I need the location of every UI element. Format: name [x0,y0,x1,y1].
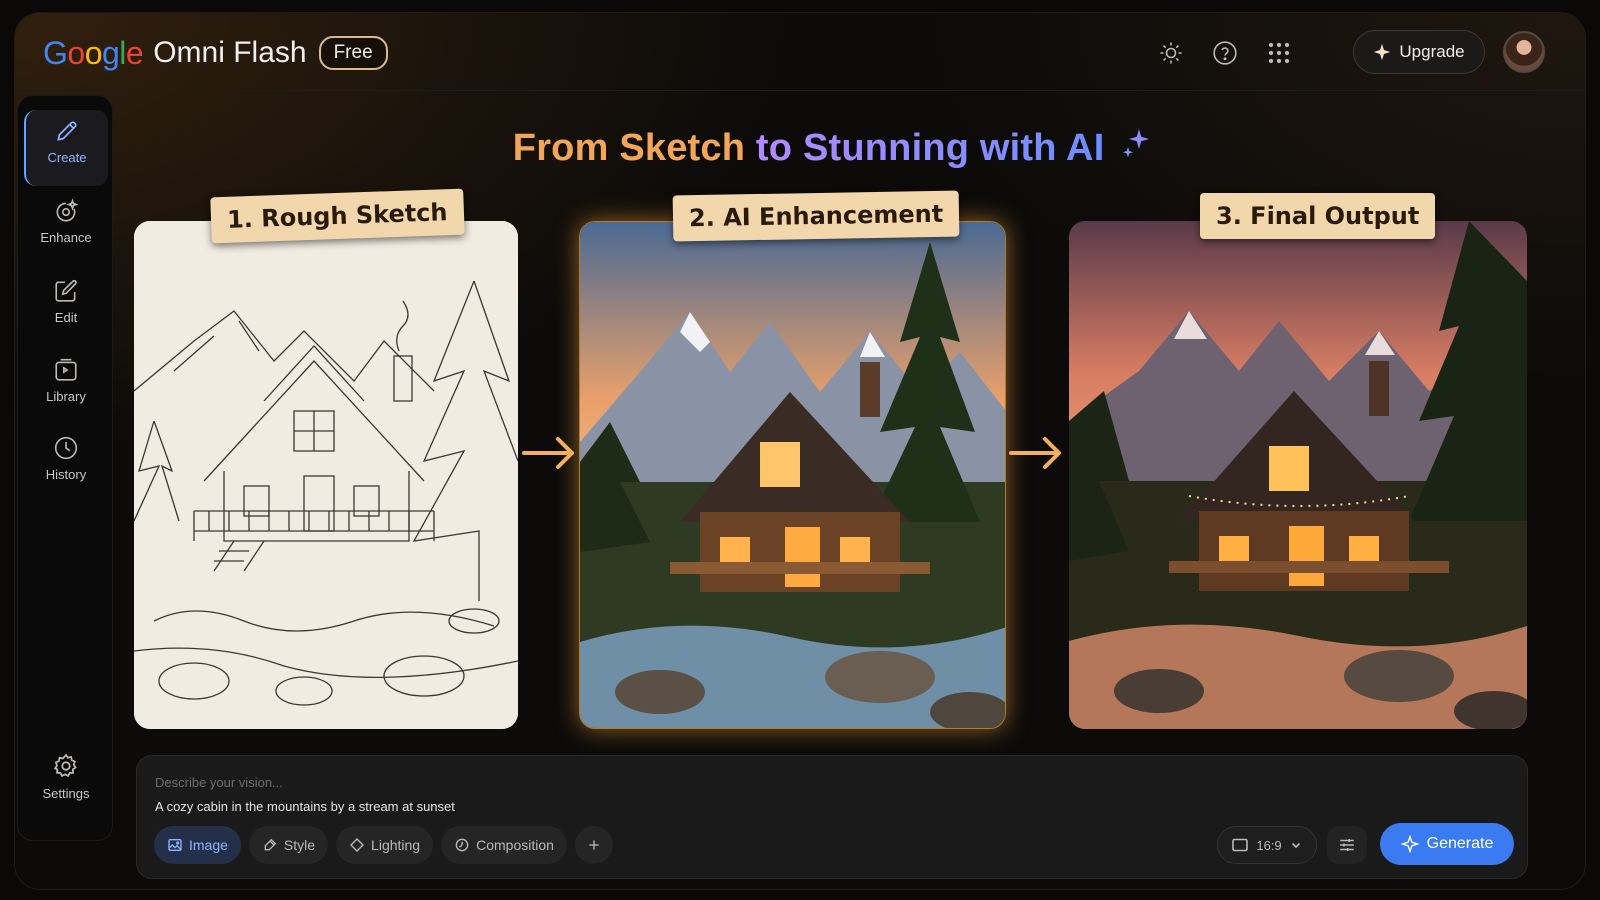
chip-label: Composition [476,837,554,853]
chip-label: Style [283,837,316,853]
sidebar-item-label: Settings [42,786,90,801]
plan-badge: Free [318,36,388,70]
header-actions [1155,37,1295,69]
step-label: 1. Rough Sketch [210,188,465,244]
upgrade-button[interactable]: Upgrade [1353,30,1485,74]
sparkle-icon [1374,43,1391,61]
sparkle-icon [1400,835,1419,853]
enhance-icon [24,190,108,224]
final-output-image[interactable] [1069,221,1527,729]
settings-sliders-button[interactable] [1327,826,1367,864]
generate-label: Generate [1426,835,1494,852]
help-icon[interactable] [1209,37,1241,69]
sidebar-item-label: Library [46,389,86,404]
sidebar-item-enhance[interactable]: Enhance [24,190,108,266]
gear-icon [24,746,108,780]
generate-button[interactable]: Generate [1380,823,1514,865]
brand[interactable]: Google Omni Flash Free [43,33,388,73]
chip-image[interactable]: Image [154,826,241,864]
step-label: 2. AI Enhancement [672,190,960,242]
google-letter-1: G [43,34,68,71]
sidebar-item-edit[interactable]: Edit [24,270,108,346]
chip-lighting[interactable]: Lighting [336,826,434,864]
brush-icon [264,838,277,851]
headline-part-2: to Stunning with AI [755,127,1105,169]
google-letter-6: e [125,34,144,71]
lighting-icon [350,838,364,852]
app-window: Google Omni Flash Free Upgrade Create En… [14,12,1586,890]
pencil-icon [26,110,108,144]
clock-icon [24,427,108,461]
prompt-composer[interactable]: Describe your vision... A cozy cabin in … [136,755,1528,879]
google-letter-5: l [119,34,126,71]
sidebar-item-settings[interactable]: Settings [24,746,108,822]
google-letter-4: g [101,34,120,71]
page-title: From Sketch to Stunning with AI [115,127,1549,170]
aspect-ratio-icon [1232,838,1249,852]
add-option-button[interactable] [574,826,613,864]
top-bar: Google Omni Flash Free Upgrade [15,13,1585,91]
edit-icon [24,270,108,304]
sidebar-item-label: Enhance [40,230,92,245]
upgrade-label: Upgrade [1399,42,1465,61]
aspect-ratio-select[interactable]: 16:9 [1217,826,1317,864]
google-logo: Google [43,34,144,72]
prompt-placeholder: Describe your vision... [155,775,283,790]
sketch-image[interactable] [134,221,518,729]
step-label: 3. Final Output [1200,193,1436,239]
prompt-input[interactable]: A cozy cabin in the mountains by a strea… [155,799,455,814]
composition-icon [455,838,469,852]
aspect-ratio-value: 16:9 [1256,837,1282,853]
sidebar-item-label: Edit [54,310,78,325]
sidebar-item-history[interactable]: History [24,427,108,503]
image-icon [168,839,182,851]
google-letter-3: o [84,34,103,71]
main-canvas: From Sketch to Stunning with AI 1. Rough… [115,95,1549,891]
chip-style[interactable]: Style [248,826,329,864]
sidebar-item-library[interactable]: Library [24,349,108,425]
plus-icon [589,840,599,850]
library-icon [24,349,108,383]
prompt-options: Image Style Lighting Composition [154,826,613,864]
sliders-icon [1340,839,1354,851]
chevron-down-icon [1291,842,1300,849]
arrow-right-icon [520,433,580,473]
chip-composition[interactable]: Composition [441,826,567,864]
enhanced-image[interactable] [579,221,1006,729]
sidebar-item-label: History [45,467,87,482]
sparkle-icon [1121,127,1151,163]
arrow-right-icon [1007,433,1067,473]
avatar[interactable] [1503,31,1545,73]
apps-grid-icon[interactable] [1263,37,1295,69]
google-letter-2: o [67,34,85,71]
headline-part-1: From Sketch [512,127,746,169]
sidebar: Create Enhance Edit Library History Sett… [17,95,113,841]
sidebar-item-create[interactable]: Create [24,110,108,186]
product-name: Omni Flash [153,36,307,69]
brightness-icon[interactable] [1155,37,1187,69]
chip-label: Image [189,837,228,853]
chip-label: Lighting [371,837,421,853]
sidebar-item-label: Create [47,150,87,165]
